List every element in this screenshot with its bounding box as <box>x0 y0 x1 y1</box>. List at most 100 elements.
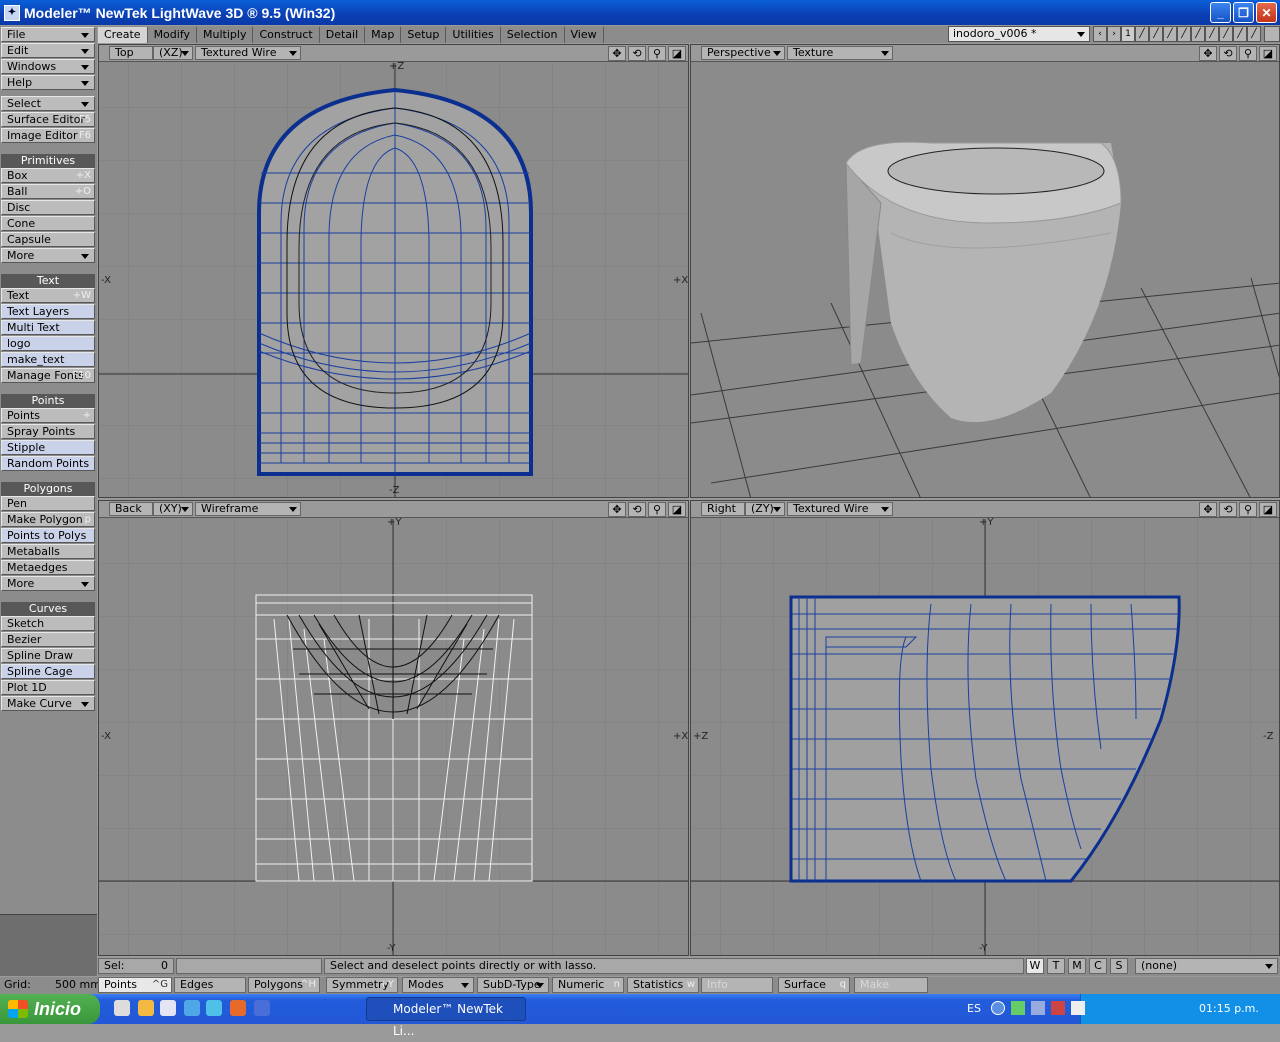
numeric-button[interactable]: Numeric n <box>552 977 624 993</box>
maximize-view-icon[interactable]: ◪ <box>668 502 686 517</box>
modes-menu[interactable]: Modes <box>402 977 474 993</box>
surface-button[interactable]: Surface q <box>778 977 850 993</box>
view-t-button[interactable]: T <box>1047 958 1065 974</box>
edit-menu[interactable]: Edit <box>1 43 95 58</box>
make-curve-menu[interactable]: Make Curve <box>1 696 95 711</box>
view-type-select[interactable]: Right <box>701 502 745 516</box>
plot-1d-tool[interactable]: Plot 1D <box>1 680 95 695</box>
rotate-view-icon[interactable]: ⟲ <box>628 502 646 517</box>
manage-fonts-button[interactable]: Manage Fonts F10 <box>1 368 95 383</box>
close-button[interactable]: ✕ <box>1256 2 1277 23</box>
view-type-select[interactable]: Top <box>109 46 153 60</box>
tab-modify[interactable]: Modify <box>148 26 198 43</box>
layer-slot[interactable]: ╱ <box>1191 26 1205 42</box>
points-tool[interactable]: Points + <box>1 408 95 423</box>
disc-tool[interactable]: Disc <box>1 200 95 215</box>
quick-launch-icon[interactable] <box>114 1000 130 1016</box>
polygons-more-menu[interactable]: More <box>1 576 95 591</box>
render-mode-select[interactable]: Wireframe <box>195 502 301 516</box>
layer-slot[interactable]: ╱ <box>1149 26 1163 42</box>
metaedges-tool[interactable]: Metaedges <box>1 560 95 575</box>
firefox-icon[interactable] <box>230 1000 246 1016</box>
ie-icon[interactable] <box>184 1000 200 1016</box>
spline-cage-tool[interactable]: Spline Cage <box>1 664 95 679</box>
box-tool[interactable]: Box +X <box>1 168 95 183</box>
viewport-canvas[interactable] <box>691 63 1279 497</box>
layer-slot[interactable]: ╱ <box>1205 26 1219 42</box>
select-menu[interactable]: Select <box>1 96 95 111</box>
view-axis-select[interactable]: (XY) <box>153 502 193 516</box>
layer-slot[interactable]: ╱ <box>1135 26 1149 42</box>
layer-slot[interactable]: ╱ <box>1177 26 1191 42</box>
quick-launch-icon[interactable] <box>160 1000 176 1016</box>
rotate-view-icon[interactable]: ⟲ <box>628 46 646 61</box>
make-polygon-button[interactable]: Make Polygon p <box>1 512 95 527</box>
image-editor-button[interactable]: Image Editor F6 <box>1 128 95 143</box>
zoom-view-icon[interactable]: ⚲ <box>1239 502 1257 517</box>
layer-slot[interactable]: ╱ <box>1233 26 1247 42</box>
text-layers-tool[interactable]: Text Layers <box>1 304 95 319</box>
rotate-view-icon[interactable]: ⟲ <box>1219 46 1237 61</box>
symmetry-toggle[interactable]: Symmetry +Y <box>326 977 398 993</box>
tab-multiply[interactable]: Multiply <box>197 26 254 43</box>
view-axis-select[interactable]: (ZY) <box>745 502 785 516</box>
points-mode-button[interactable]: Points ^G <box>98 977 172 993</box>
view-s-button[interactable]: S <box>1110 958 1128 974</box>
minimize-button[interactable]: _ <box>1210 2 1231 23</box>
quick-launch-icon[interactable] <box>254 1000 270 1016</box>
tray-expand-icon[interactable] <box>991 1001 1005 1015</box>
view-type-select[interactable]: Perspective <box>701 46 785 60</box>
cone-tool[interactable]: Cone <box>1 216 95 231</box>
viewport-canvas[interactable]: +Y -Y -X +X <box>99 517 688 955</box>
tab-setup[interactable]: Setup <box>401 26 447 43</box>
render-mode-select[interactable]: Textured Wire <box>195 46 301 60</box>
viewport-canvas[interactable]: +Z -Z -X +X <box>99 61 688 497</box>
metaballs-tool[interactable]: Metaballs <box>1 544 95 559</box>
tab-utilities[interactable]: Utilities <box>446 26 501 43</box>
render-mode-select[interactable]: Textured Wire <box>787 502 893 516</box>
tab-create[interactable]: Create <box>98 26 148 43</box>
viewport-back[interactable]: Back (XY) Wireframe ✥ ⟲ ⚲ ◪ +Y -Y -X +X <box>98 500 689 956</box>
ball-tool[interactable]: Ball +O <box>1 184 95 199</box>
render-mode-select[interactable]: Texture <box>787 46 893 60</box>
primitives-more-menu[interactable]: More <box>1 248 95 263</box>
layer-slot[interactable]: ╱ <box>1163 26 1177 42</box>
tray-icon[interactable] <box>1031 1001 1045 1015</box>
info-button[interactable]: Info <box>701 977 773 993</box>
logo-tool[interactable]: logo <box>1 336 95 351</box>
maximize-view-icon[interactable]: ◪ <box>1259 502 1277 517</box>
layer-prev-button[interactable]: ‹ <box>1093 26 1107 42</box>
statistics-button[interactable]: Statistics w <box>627 977 699 993</box>
tray-icon[interactable] <box>1071 1001 1085 1015</box>
tab-map[interactable]: Map <box>365 26 402 43</box>
capsule-tool[interactable]: Capsule <box>1 232 95 247</box>
layer-next-button[interactable]: › <box>1107 26 1121 42</box>
layer-slot[interactable]: ╱ <box>1247 26 1261 42</box>
stipple-tool[interactable]: Stipple <box>1 440 95 455</box>
multi-text-tool[interactable]: Multi Text <box>1 320 95 335</box>
move-view-icon[interactable]: ✥ <box>1199 502 1217 517</box>
viewport-canvas[interactable]: +Y -Y +Z -Z <box>691 517 1279 955</box>
tray-icon[interactable] <box>1051 1001 1065 1015</box>
tab-view[interactable]: View <box>565 26 604 43</box>
make-button[interactable]: Make <box>854 977 928 993</box>
surface-editor-button[interactable]: Surface Editor F5 <box>1 112 95 127</box>
zoom-view-icon[interactable]: ⚲ <box>648 46 666 61</box>
taskbar-item-modeler[interactable]: Modeler™ NewTek Li... <box>366 997 526 1038</box>
tab-selection[interactable]: Selection <box>501 26 565 43</box>
view-w-button[interactable]: W <box>1026 958 1044 974</box>
make-text-tool[interactable]: make_text <box>1 352 95 367</box>
subd-type-menu[interactable]: SubD-Type <box>477 977 549 993</box>
object-selector[interactable]: inodoro_v006 * <box>948 26 1090 42</box>
edges-mode-button[interactable]: Edges <box>174 977 246 993</box>
pen-tool[interactable]: Pen <box>1 496 95 511</box>
view-type-select[interactable]: Back <box>109 502 153 516</box>
viewport-perspective[interactable]: Perspective Texture ✥ ⟲ ⚲ ◪ <box>690 44 1280 498</box>
polygons-mode-button[interactable]: Polygons ^H <box>248 977 320 993</box>
bezier-tool[interactable]: Bezier <box>1 632 95 647</box>
tray-icon[interactable] <box>1011 1001 1025 1015</box>
restore-button[interactable]: ❐ <box>1233 2 1254 23</box>
sketch-tool[interactable]: Sketch <box>1 616 95 631</box>
view-m-button[interactable]: M <box>1068 958 1086 974</box>
tab-construct[interactable]: Construct <box>253 26 320 43</box>
